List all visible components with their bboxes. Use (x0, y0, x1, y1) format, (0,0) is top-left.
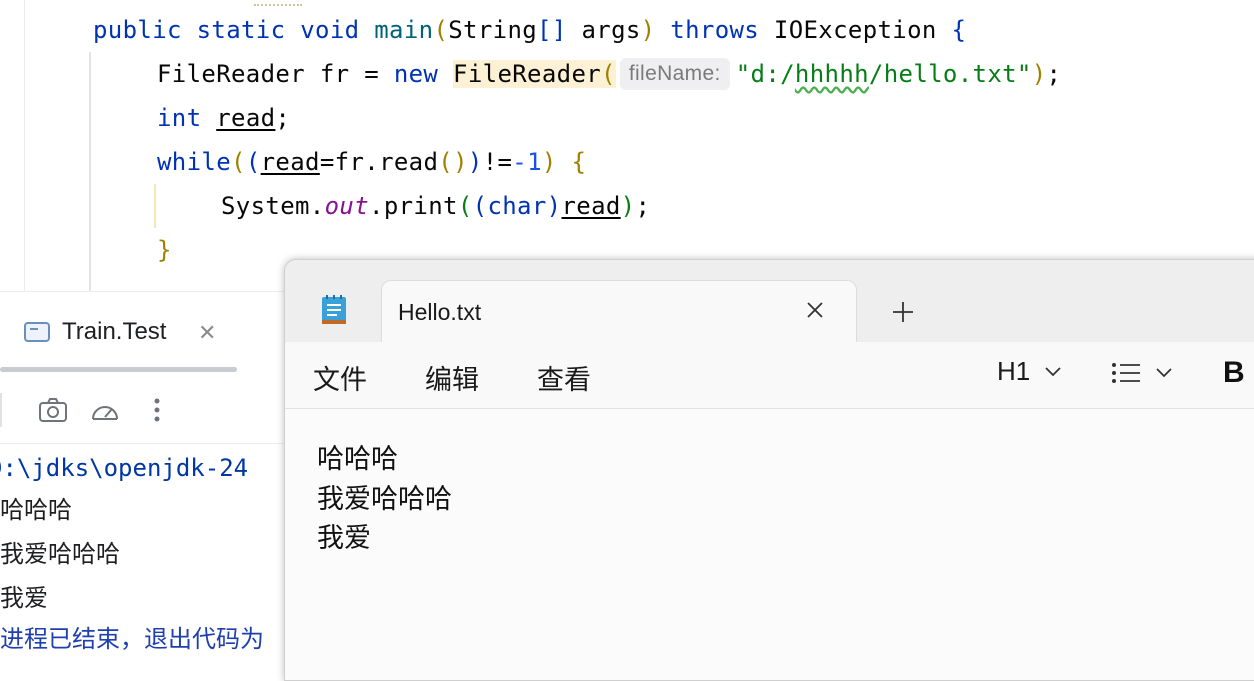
keyword-while: while (157, 148, 231, 176)
variable-fr: fr (319, 60, 350, 88)
chevron-down-icon (1156, 368, 1172, 378)
keyword-char: char (487, 192, 547, 220)
type-string: String (448, 16, 538, 44)
menu-view[interactable]: 查看 (537, 358, 591, 397)
close-icon[interactable]: ✕ (198, 322, 216, 344)
heading-dropdown[interactable]: H1 (997, 356, 1062, 387)
text-line: 我爱 (317, 523, 371, 553)
type-filereader: FileReader (157, 60, 305, 88)
chevron-down-icon (1045, 366, 1061, 376)
console-line-command: D:\jdks\openjdk-24 (0, 454, 249, 482)
speedometer-icon[interactable] (88, 393, 122, 427)
method-print: print (383, 192, 458, 220)
run-tab-selection-indicator (0, 367, 237, 372)
editor-gutter-border (24, 0, 25, 292)
code-line-print[interactable]: System.out.print((char)read); (221, 186, 650, 226)
variable-read: read (216, 104, 276, 132)
warning-squiggle (254, 0, 302, 6)
notepad-tab-title: Hello.txt (398, 299, 482, 325)
variable-read: read (561, 192, 621, 220)
code-line-int-read[interactable]: int read; (157, 98, 290, 138)
notepad-window: Hello.txt 文件 编辑 查看 H1 B 哈哈哈 我爱哈哈哈 我爱 (284, 259, 1254, 681)
console-line-output: 哈哈哈 (0, 497, 72, 524)
notepad-menubar: 文件 编辑 查看 H1 B (285, 342, 1254, 409)
text-line: 我爱哈哈哈 (317, 484, 452, 514)
new-tab-plus-icon[interactable] (885, 294, 921, 330)
toolbar-separator (0, 393, 2, 427)
console-line-output: 我爱 (0, 585, 48, 612)
code-line-filereader[interactable]: FileReader fr = new FileReader(fileName:… (157, 54, 1061, 94)
notepad-tab-hello-txt[interactable]: Hello.txt (381, 280, 857, 342)
text-line: 哈哈哈 (317, 444, 398, 474)
number-literal: -1 (512, 148, 542, 176)
parameter-hint-filename: fileName: (619, 58, 730, 90)
run-tab-label: Train.Test (62, 318, 167, 345)
variable-fr: fr (334, 148, 365, 176)
param-args: args (581, 16, 641, 44)
keyword-void: void (300, 16, 360, 44)
console-line-exit-status: 进程已结束，退出代码为 (0, 626, 264, 653)
code-line-close-brace[interactable]: } (157, 230, 172, 270)
bulleted-list-icon (1112, 363, 1140, 383)
string-path-suffix: /hello.txt" (868, 60, 1032, 88)
code-line-while[interactable]: while((read=fr.read())!=-1) { (157, 142, 586, 182)
close-icon[interactable] (800, 295, 830, 325)
string-path-typo: hhhhh (794, 60, 869, 88)
menu-file[interactable]: 文件 (313, 358, 367, 397)
run-tab-train-test[interactable]: Train.Test (24, 314, 166, 350)
method-read: read (379, 148, 439, 176)
indent-guide-active (154, 184, 156, 228)
type-ioexception: IOException (773, 16, 937, 44)
code-line-main-signature[interactable]: public static void main(String[] args) t… (93, 10, 966, 50)
field-out: out (324, 192, 370, 220)
more-vertical-icon[interactable] (140, 393, 174, 427)
keyword-public: public (93, 16, 182, 44)
menu-edit[interactable]: 编辑 (425, 358, 479, 397)
keyword-throws: throws (670, 16, 760, 44)
console-line-output: 我爱哈哈哈 (0, 541, 120, 568)
constructor-filereader: FileReader (453, 60, 602, 88)
notepad-titlebar: Hello.txt (285, 260, 1254, 342)
keyword-int: int (157, 104, 202, 132)
class-system: System (221, 192, 310, 220)
heading-label: H1 (997, 356, 1031, 386)
keyword-static: static (196, 16, 286, 44)
method-name-main: main (374, 16, 434, 44)
run-toolbar (0, 373, 300, 444)
run-tool-window: Train.Test ✕ D:\jdks\openjdk-24 哈哈哈 我爱哈哈… (0, 291, 300, 653)
code-editor[interactable]: public static void main(String[] args) t… (0, 0, 1254, 292)
string-path-prefix: "d:/ (735, 60, 795, 88)
keyword-new: new (393, 60, 439, 88)
notepad-text-area[interactable]: 哈哈哈 我爱哈哈哈 我爱 (285, 409, 1254, 680)
notepad-app-icon (321, 294, 347, 324)
run-config-icon (24, 322, 50, 342)
bold-button[interactable]: B (1223, 356, 1245, 390)
indent-guide (89, 52, 91, 292)
list-dropdown[interactable] (1111, 362, 1173, 384)
variable-read: read (260, 148, 320, 176)
camera-icon[interactable] (36, 393, 70, 427)
